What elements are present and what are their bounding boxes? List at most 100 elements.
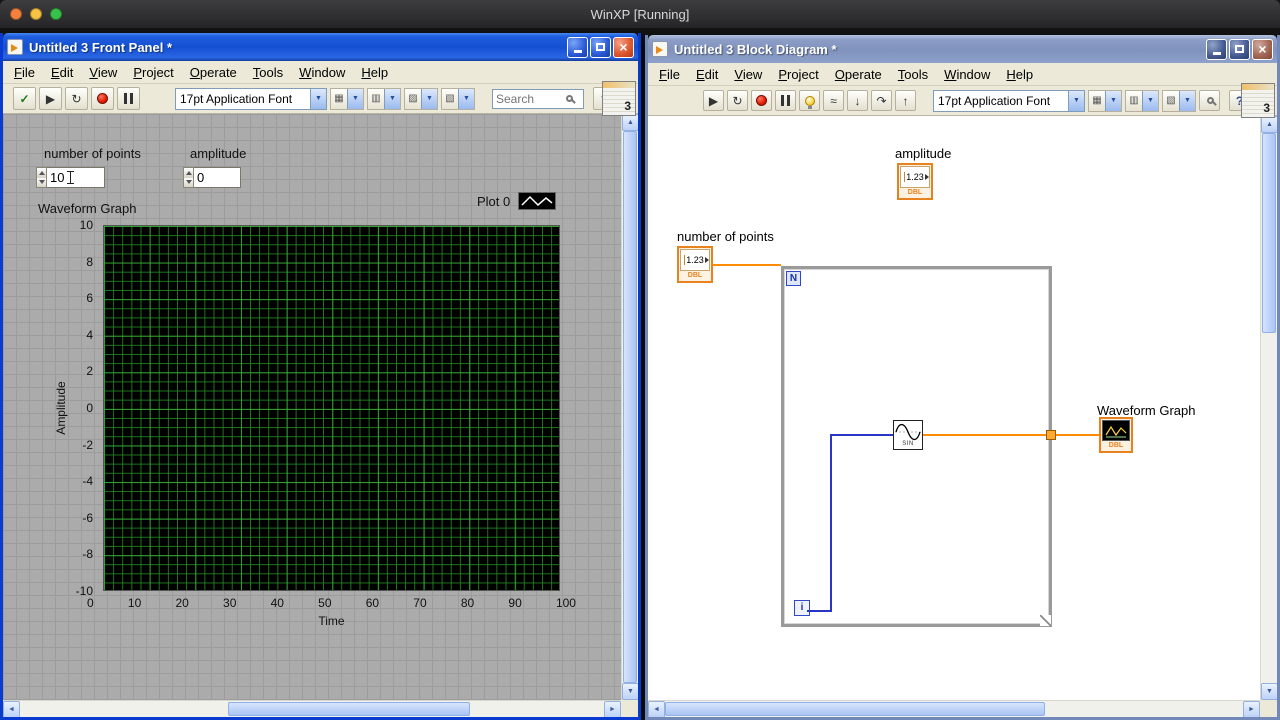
maximize-button[interactable] xyxy=(590,36,611,58)
vm-close-button[interactable] xyxy=(10,8,22,20)
bd-vertical-scrollbar[interactable]: ▲ ▼ xyxy=(1260,116,1277,700)
block-diagram-titlebar[interactable]: Untitled 3 Block Diagram * × xyxy=(648,35,1277,63)
run-button[interactable]: ▶ xyxy=(703,90,724,111)
font-selector[interactable]: 17pt Application Font ▼ xyxy=(933,89,1085,112)
fp-horizontal-scrollbar[interactable]: ◄ ► xyxy=(3,700,621,717)
wire-tunnel-to-graph[interactable] xyxy=(1056,434,1099,436)
vi-icon-badge[interactable]: 3 xyxy=(1241,83,1275,118)
distribute-objects-dropdown[interactable]: ▥ ▼ xyxy=(1125,89,1159,112)
run-continuous-button[interactable]: ↻ xyxy=(727,90,748,111)
points-field[interactable]: 10 xyxy=(47,167,105,188)
bd-menu-project[interactable]: Project xyxy=(770,64,826,85)
align-objects-dropdown[interactable]: ▦ ▼ xyxy=(330,87,364,110)
distribute-objects-dropdown[interactable]: ▥ ▼ xyxy=(367,87,401,110)
run-continuous-button[interactable]: ↻ xyxy=(65,87,88,110)
amplitude-control[interactable]: 0 xyxy=(183,167,241,188)
reorder-objects-dropdown[interactable]: ▧ ▼ xyxy=(1162,89,1196,112)
fp-menu-view[interactable]: View xyxy=(81,62,125,83)
bd-horizontal-scrollbar[interactable]: ◄ ► xyxy=(648,700,1260,717)
loop-output-tunnel[interactable] xyxy=(1046,430,1056,440)
fp-menu-tools[interactable]: Tools xyxy=(245,62,291,83)
block-diagram-canvas[interactable]: amplitude 1.23 DBL number of points 1.23 xyxy=(648,116,1260,700)
font-selector[interactable]: 17pt Application Font ▼ xyxy=(175,87,327,110)
abort-button[interactable] xyxy=(91,87,114,110)
loop-iteration-terminal[interactable]: i xyxy=(794,600,810,616)
minimize-button[interactable] xyxy=(1206,38,1227,60)
enter-button[interactable]: ✓ xyxy=(13,87,36,110)
scroll-up-button[interactable]: ▲ xyxy=(1261,116,1277,133)
fp-menu-project[interactable]: Project xyxy=(125,62,181,83)
amplitude-increment-decrement[interactable] xyxy=(183,167,194,188)
waveform-graph[interactable]: 10 8 6 4 2 0 -2 -4 -6 -8 -10 Amplitude 0… xyxy=(33,218,589,642)
points-terminal[interactable]: 1.23 DBL xyxy=(677,246,713,283)
scrollbar-thumb[interactable] xyxy=(665,702,1045,716)
abort-button[interactable] xyxy=(751,90,772,111)
bd-menu-edit[interactable]: Edit xyxy=(688,64,726,85)
pause-button[interactable] xyxy=(117,87,140,110)
vm-titlebar[interactable]: WinXP [Running] xyxy=(0,0,1280,28)
points-control[interactable]: 10 xyxy=(36,167,105,188)
wire-iteration-horizontal[interactable] xyxy=(807,610,831,612)
bd-menu-window[interactable]: Window xyxy=(936,64,998,85)
align-objects-dropdown[interactable]: ▦ ▼ xyxy=(1088,89,1122,112)
reorder-objects-dropdown[interactable]: ▧ ▼ xyxy=(441,87,475,110)
scroll-right-button[interactable]: ► xyxy=(1243,701,1260,717)
run-button[interactable]: ▶ xyxy=(39,87,62,110)
points-increment-decrement[interactable] xyxy=(36,167,47,188)
points-value[interactable]: 10 xyxy=(50,170,64,185)
wire-sine-to-tunnel[interactable] xyxy=(923,434,1047,436)
amplitude-terminal-label[interactable]: amplitude xyxy=(895,146,951,161)
bd-menu-help[interactable]: Help xyxy=(998,64,1041,85)
vi-icon-badge[interactable]: 3 xyxy=(602,81,636,116)
vm-minimize-button[interactable] xyxy=(30,8,42,20)
amplitude-value[interactable]: 0 xyxy=(197,170,204,185)
wire-iteration-vertical[interactable] xyxy=(830,434,832,612)
graph-terminal-label[interactable]: Waveform Graph xyxy=(1097,403,1196,418)
close-button[interactable]: × xyxy=(1252,38,1273,60)
amplitude-terminal[interactable]: 1.23 DBL xyxy=(897,163,933,200)
wire-points-to-loop[interactable] xyxy=(713,264,781,266)
pause-button[interactable] xyxy=(775,90,796,111)
fp-menu-file[interactable]: File xyxy=(6,62,43,83)
resize-objects-dropdown[interactable]: ▨ ▼ xyxy=(404,87,438,110)
waveform-graph-terminal[interactable]: DBL xyxy=(1099,417,1133,453)
scroll-down-button[interactable]: ▼ xyxy=(622,683,638,700)
loop-count-terminal[interactable]: N xyxy=(786,271,801,286)
scroll-left-button[interactable]: ◄ xyxy=(648,701,665,717)
close-button[interactable]: × xyxy=(613,36,634,58)
fp-menu-edit[interactable]: Edit xyxy=(43,62,81,83)
loop-resize-handle[interactable] xyxy=(1040,615,1051,626)
plot-area[interactable] xyxy=(103,225,560,591)
highlight-execution-button[interactable] xyxy=(799,90,820,111)
points-terminal-label[interactable]: number of points xyxy=(677,229,774,244)
step-out-button[interactable]: ↑ xyxy=(895,90,916,111)
decrement-icon[interactable] xyxy=(37,177,46,187)
decrement-icon[interactable] xyxy=(184,177,193,187)
fp-menu-help[interactable]: Help xyxy=(353,62,396,83)
wire-to-sine-input[interactable] xyxy=(830,434,893,436)
scrollbar-thumb[interactable] xyxy=(1262,133,1276,333)
maximize-button[interactable] xyxy=(1229,38,1250,60)
front-panel-titlebar[interactable]: Untitled 3 Front Panel * × xyxy=(3,33,638,61)
scroll-down-button[interactable]: ▼ xyxy=(1261,683,1277,700)
scrollbar-thumb[interactable] xyxy=(623,131,637,683)
scroll-up-button[interactable]: ▲ xyxy=(622,114,638,131)
bd-menu-operate[interactable]: Operate xyxy=(827,64,890,85)
scroll-left-button[interactable]: ◄ xyxy=(3,701,20,717)
scrollbar-thumb[interactable] xyxy=(228,702,470,716)
fp-vertical-scrollbar[interactable]: ▲ ▼ xyxy=(621,114,638,700)
minimize-button[interactable] xyxy=(567,36,588,58)
front-panel-canvas[interactable]: number of points 10 amplitude 0 Waveform… xyxy=(3,114,621,700)
search-box[interactable] xyxy=(492,88,584,109)
retain-wire-values-button[interactable]: ≈ xyxy=(823,90,844,111)
sine-function-node[interactable]: SIN xyxy=(893,420,923,450)
plot-line-sample-icon[interactable] xyxy=(518,192,557,210)
fp-menu-window[interactable]: Window xyxy=(291,62,353,83)
fp-menu-operate[interactable]: Operate xyxy=(182,62,245,83)
bd-menu-tools[interactable]: Tools xyxy=(890,64,936,85)
search-input[interactable] xyxy=(496,91,564,106)
increment-icon[interactable] xyxy=(37,168,46,178)
bd-menu-file[interactable]: File xyxy=(651,64,688,85)
step-over-button[interactable]: ↷ xyxy=(871,90,892,111)
plot-legend[interactable]: Plot 0 xyxy=(477,192,557,210)
